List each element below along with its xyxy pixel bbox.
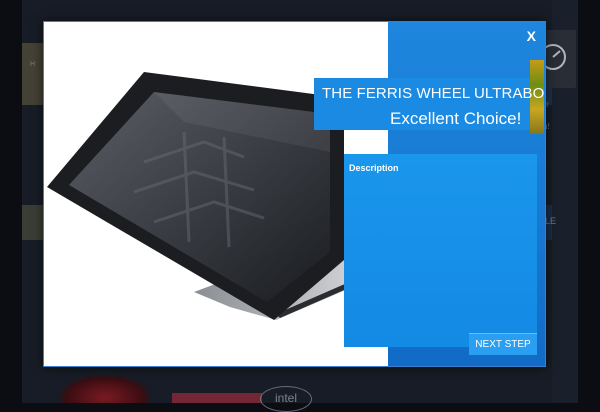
background-bottom-artwork [60,375,150,403]
description-label: Description [349,163,399,173]
next-step-button[interactable]: NEXT STEP [469,333,537,355]
product-modal: X THE FERRIS WHEEL ULTRABOOK Excellent C… [43,21,546,367]
description-box [344,154,537,347]
product-title: THE FERRIS WHEEL ULTRABOOK [322,85,546,102]
background-thumbnail [22,43,44,105]
choice-subtitle: Excellent Choice! [390,109,522,128]
intel-logo: intel [260,386,312,412]
product-image [44,22,388,366]
background-side-label: LE [545,216,557,226]
background-thumbnail-2 [22,205,44,240]
close-icon[interactable]: X [527,28,536,44]
background-header-fragment: H [30,61,36,68]
ultrabook-illustration [47,72,388,320]
background-bottom-button [172,393,262,403]
